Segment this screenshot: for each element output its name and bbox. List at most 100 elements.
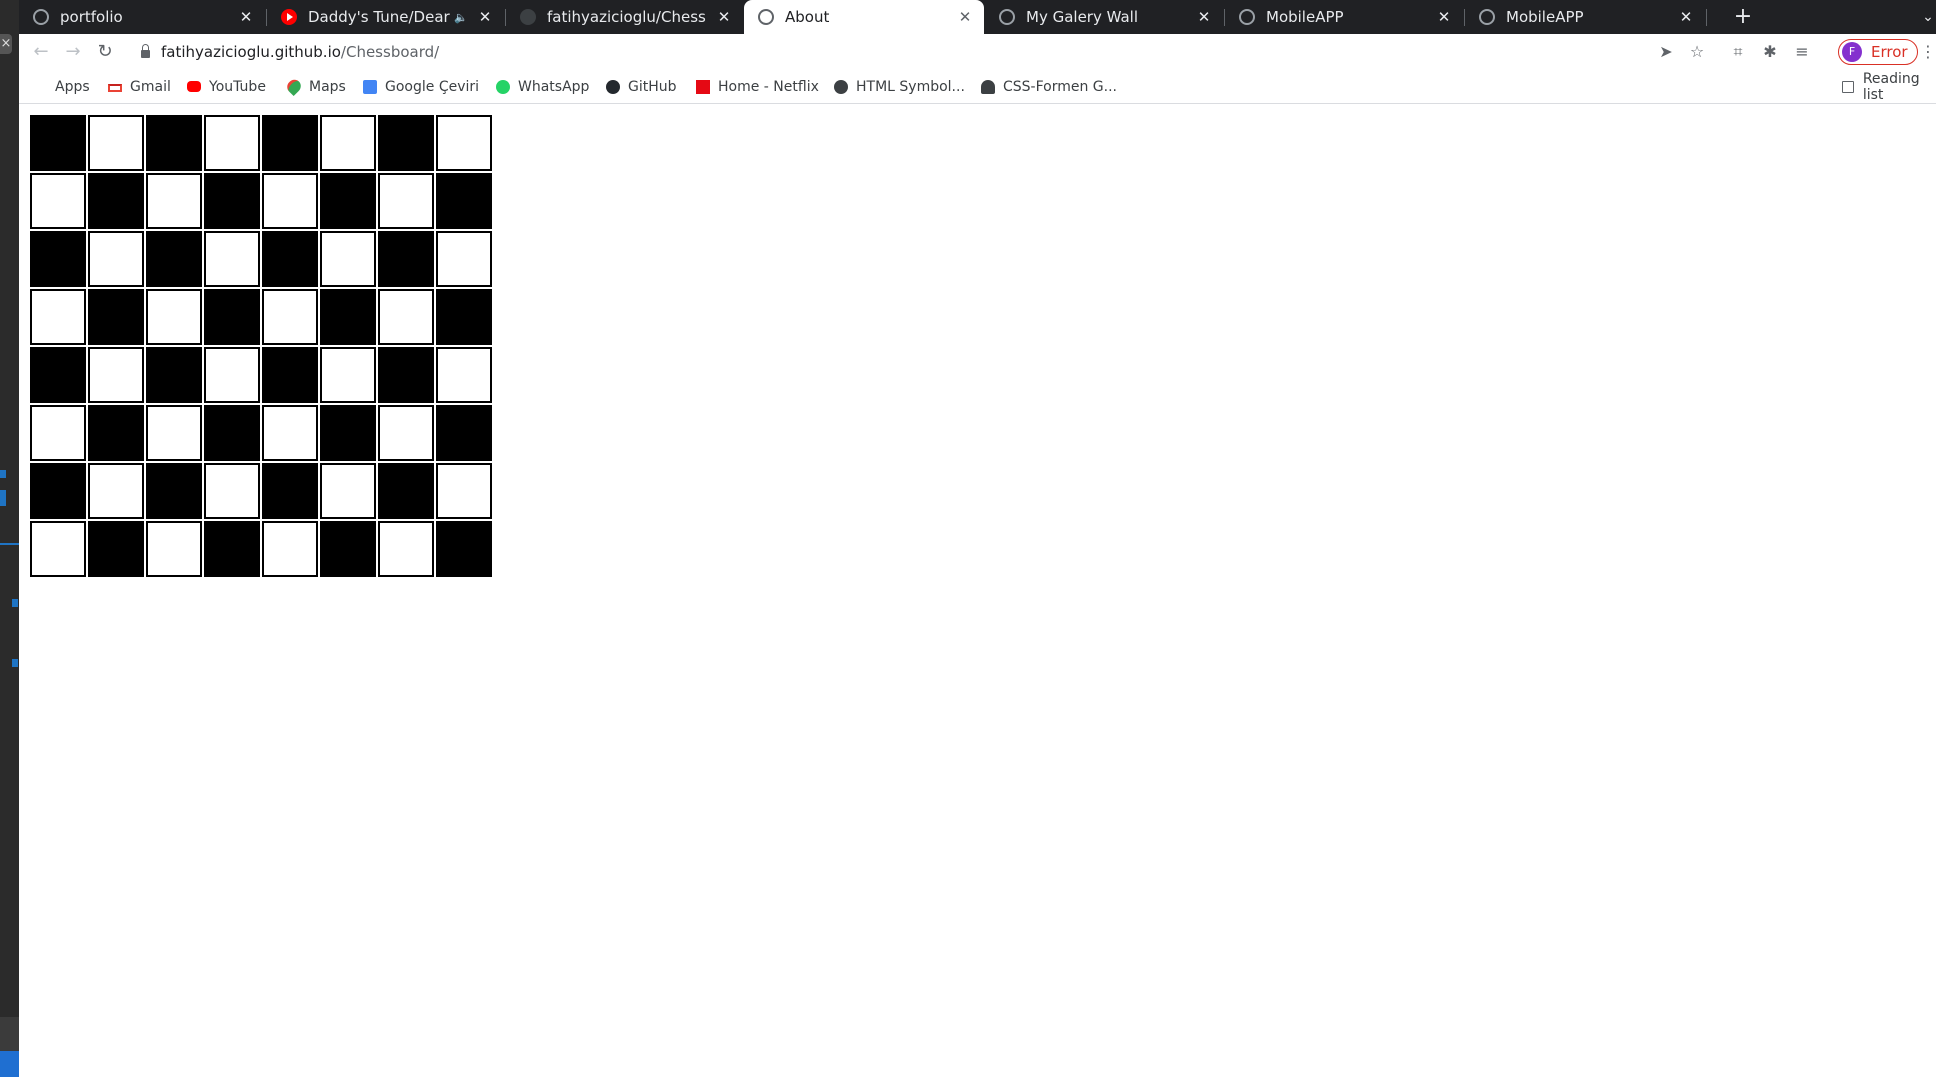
bookmark-apps[interactable]: Apps	[33, 70, 90, 103]
chess-square	[320, 521, 376, 577]
tab-daddys-tune[interactable]: Daddy's Tune/Dear Ja 🔈 ✕	[267, 0, 504, 34]
avatar: F	[1842, 42, 1862, 62]
chess-square	[436, 115, 492, 171]
bookmark-youtube[interactable]: YouTube	[187, 70, 266, 103]
bookmark-label: Home - Netflix	[718, 78, 819, 95]
bookmark-label: YouTube	[209, 78, 266, 95]
chess-square	[262, 405, 318, 461]
new-tab-button[interactable]: +	[1729, 3, 1757, 31]
chess-square	[146, 463, 202, 519]
globe-icon	[1479, 9, 1495, 25]
chess-square	[262, 521, 318, 577]
profile-button[interactable]: F Error	[1838, 39, 1918, 65]
reload-button[interactable]: ↻	[91, 38, 119, 66]
reading-list-button[interactable]: Reading list	[1842, 70, 1936, 103]
chess-square	[30, 405, 86, 461]
url-path: /Chessboard/	[340, 43, 440, 61]
chess-square	[88, 115, 144, 171]
tab-close-button[interactable]: ✕	[956, 8, 974, 26]
bookmark-whatsapp[interactable]: WhatsApp	[496, 70, 589, 103]
tab-close-button[interactable]: ✕	[237, 8, 255, 26]
bookmark-google-ceviri[interactable]: Google Çeviri	[363, 70, 479, 103]
close-icon[interactable]: ×	[0, 34, 12, 54]
chess-square	[30, 347, 86, 403]
chess-square	[320, 405, 376, 461]
chess-square	[436, 289, 492, 345]
tab-strip: portfolio ✕ Daddy's Tune/Dear Ja 🔈 ✕ fat…	[19, 0, 1936, 34]
chess-square	[88, 463, 144, 519]
bookmark-label: GitHub	[628, 78, 677, 95]
netflix-icon	[696, 79, 710, 94]
chess-square	[436, 463, 492, 519]
decoration-mark	[12, 659, 18, 667]
bookmark-html-symbol[interactable]: HTML Symbol...	[834, 70, 965, 103]
globe-icon	[1239, 9, 1255, 25]
chess-square	[88, 405, 144, 461]
chess-square	[378, 347, 434, 403]
chess-square	[378, 231, 434, 287]
bookmark-maps[interactable]: Maps	[284, 70, 346, 103]
bookmark-label: Google Çeviri	[385, 78, 480, 95]
chess-square	[88, 347, 144, 403]
chess-square	[30, 115, 86, 171]
back-button[interactable]: ←	[27, 38, 55, 66]
youtube-icon	[187, 81, 201, 92]
chess-square	[436, 231, 492, 287]
bookmark-star-icon[interactable]: ☆	[1683, 38, 1711, 66]
tab-close-button[interactable]: ✕	[1195, 8, 1213, 26]
tab-close-button[interactable]: ✕	[715, 8, 733, 26]
bookmark-github[interactable]: GitHub	[606, 70, 677, 103]
tab-search-button[interactable]: ⌄	[1915, 4, 1936, 30]
chess-square	[88, 173, 144, 229]
bookmark-netflix[interactable]: Home - Netflix	[696, 70, 819, 103]
tab-portfolio[interactable]: portfolio ✕	[19, 0, 265, 34]
chess-square	[30, 463, 86, 519]
chess-square	[378, 405, 434, 461]
speaker-icon[interactable]: 🔈	[454, 11, 468, 24]
apps-grid-icon	[33, 80, 47, 94]
tab-close-button[interactable]: ✕	[1435, 8, 1453, 26]
screenshot-icon[interactable]: ⌗	[1724, 38, 1752, 66]
tab-title: About	[785, 8, 830, 26]
chess-square	[262, 115, 318, 171]
tab-title: Daddy's Tune/Dear Ja	[308, 8, 450, 26]
chess-square	[146, 115, 202, 171]
tab-my-galery-wall[interactable]: My Galery Wall ✕	[985, 0, 1223, 34]
tab-close-button[interactable]: ✕	[476, 8, 494, 26]
media-controls-icon[interactable]: ≡	[1788, 38, 1816, 66]
address-bar[interactable]: fatihyazicioglu.github.io/Chessboard/	[132, 36, 1692, 68]
tab-close-button[interactable]: ✕	[1677, 8, 1695, 26]
reading-list-label: Reading list	[1862, 70, 1920, 103]
chess-square	[320, 115, 376, 171]
tab-title: MobileAPP	[1266, 8, 1344, 26]
forward-button[interactable]: →	[59, 38, 87, 66]
whatsapp-icon	[496, 79, 510, 94]
tab-github-chessboard[interactable]: fatihyazicioglu/Chessboa ✕	[506, 0, 743, 34]
chess-square	[204, 463, 260, 519]
chess-square	[436, 521, 492, 577]
chess-square	[320, 231, 376, 287]
tab-title: MobileAPP	[1506, 8, 1584, 26]
lock-icon[interactable]	[141, 44, 150, 58]
chess-square	[30, 173, 86, 229]
bookmark-css-formen[interactable]: CSS-Formen G...	[981, 70, 1117, 103]
chess-square	[378, 115, 434, 171]
bookmark-label: HTML Symbol...	[856, 78, 965, 95]
extensions-icon[interactable]: ✱	[1756, 38, 1784, 66]
chess-square	[204, 115, 260, 171]
tab-about[interactable]: About ✕	[744, 0, 984, 34]
decoration-block	[0, 1017, 19, 1051]
share-icon[interactable]: ➤	[1652, 38, 1680, 66]
chess-square	[320, 463, 376, 519]
bookmark-gmail[interactable]: Gmail	[108, 70, 171, 103]
tab-mobileapp[interactable]: MobileAPP ✕	[1225, 0, 1463, 34]
chess-square	[146, 289, 202, 345]
github-icon	[606, 79, 620, 94]
menu-icon[interactable]: ⋮	[1919, 38, 1936, 66]
chess-square	[146, 521, 202, 577]
chess-square	[204, 347, 260, 403]
tab-mobileapp-2[interactable]: MobileAPP ✕	[1465, 0, 1705, 34]
bookmark-label: WhatsApp	[518, 78, 590, 95]
bookmark-label: CSS-Formen G...	[1003, 78, 1118, 95]
chess-square	[204, 173, 260, 229]
